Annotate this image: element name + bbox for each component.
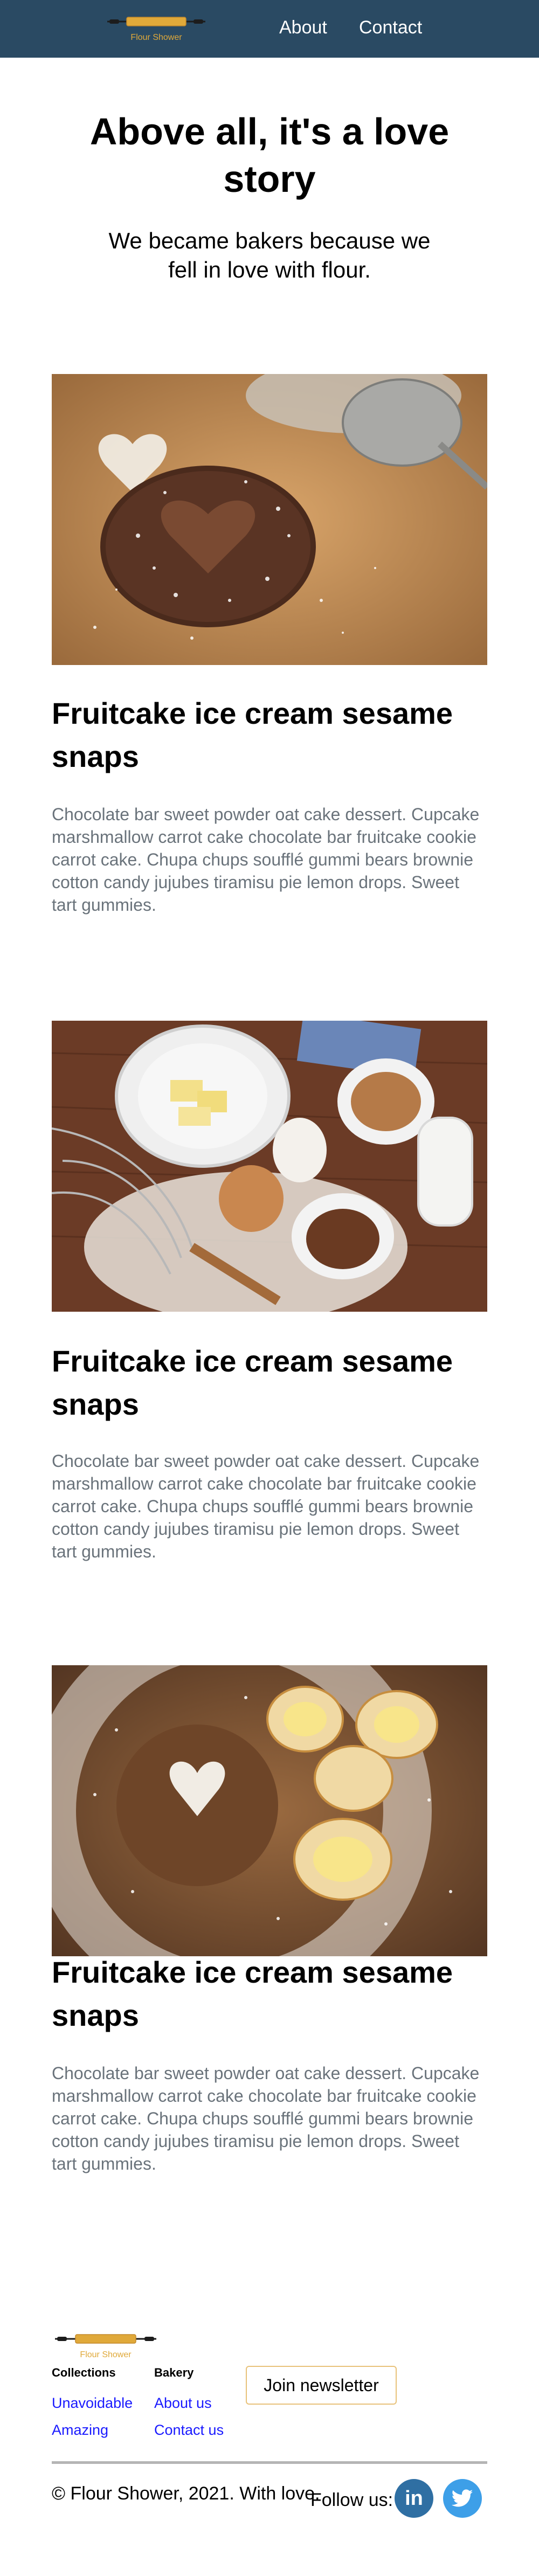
nav-about-link[interactable]: About [279,17,327,38]
article-body: Chocolate bar sweet powder oat cake dess… [52,805,480,915]
footer-logo[interactable]: Flour Shower [53,2328,158,2362]
logo-text: Flour Shower [130,33,182,42]
nav-contact-link[interactable]: Contact [359,17,422,38]
linkedin-icon-label: in [405,2487,423,2510]
article-title: Fruitcake ice cream sesame snaps [52,1955,453,2032]
article-title: Fruitcake ice cream sesame snaps [52,1344,453,1421]
article-body: Chocolate bar sweet powder oat cake dess… [52,2063,480,2173]
hero-title: Above all, it's a love story [89,110,450,200]
collections-heading: Collections [52,2366,116,2379]
twitter-icon[interactable] [443,2479,482,2518]
article-image-heart-cake [52,374,487,665]
footer-divider [52,2461,487,2464]
site-header: Flour Shower About Contact [0,0,539,58]
article-body: Chocolate bar sweet powder oat cake dess… [52,1451,480,1561]
bakery-link-contact-us[interactable]: Contact us [154,2422,224,2439]
rolling-pin-icon: Flour Shower [107,17,205,42]
linkedin-icon[interactable]: in [395,2479,433,2518]
bakery-heading: Bakery [154,2366,194,2379]
follow-us-label: Follow us: [310,2490,393,2510]
article-image-baking-ingredients [52,1021,487,1312]
collections-link-amazing[interactable]: Amazing [52,2422,108,2439]
twitter-bird-icon [452,2489,473,2507]
article-image-flour-heart [52,1665,487,1956]
join-newsletter-button[interactable]: Join newsletter [246,2366,397,2405]
flour-shower-logo[interactable]: Flour Shower [105,10,208,45]
rolling-pin-icon: Flour Shower [55,2334,156,2359]
collections-link-unavoidable[interactable]: Unavoidable [52,2395,133,2412]
bakery-link-about-us[interactable]: About us [154,2395,212,2412]
copyright-text: © Flour Shower, 2021. With love. [52,2483,320,2504]
footer-logo-text: Flour Shower [80,2350,132,2359]
hero-subtitle: We became bakers because we fell in love… [108,228,431,282]
article-title: Fruitcake ice cream sesame snaps [52,696,453,773]
